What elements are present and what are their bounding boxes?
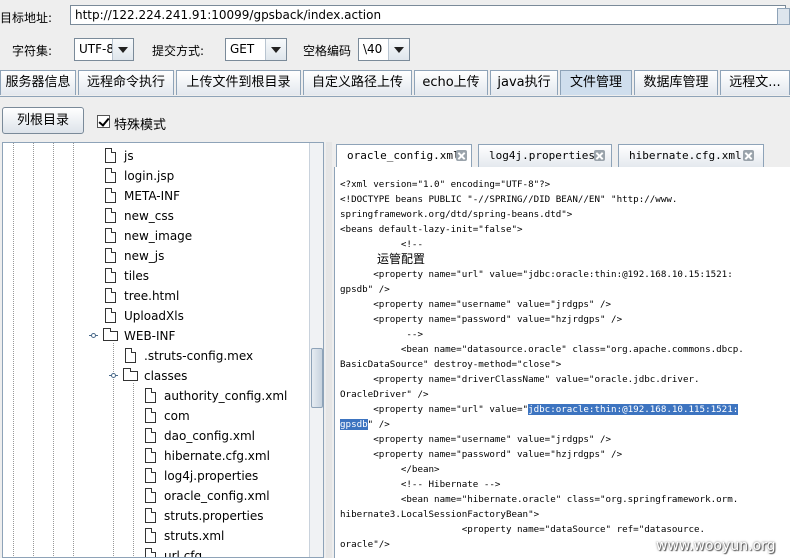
list-root-button[interactable]: 列根目录 bbox=[2, 107, 84, 134]
code-line: <!-- Hibernate --> bbox=[340, 479, 501, 490]
file-icon bbox=[145, 528, 156, 543]
code-line: <bean name="hibernate.oracle" class="org… bbox=[340, 494, 739, 505]
code-line: </bean> bbox=[340, 464, 440, 475]
code-line: <!-- bbox=[340, 239, 423, 250]
file-icon bbox=[105, 268, 116, 283]
code-line: gpsdb" /> bbox=[340, 284, 390, 295]
split-pane-divider[interactable] bbox=[326, 142, 332, 558]
tab-remote-file[interactable]: 远程文... bbox=[720, 70, 790, 95]
editor-tab-log4j[interactable]: log4j.properties bbox=[478, 144, 612, 167]
chevron-down-icon[interactable] bbox=[265, 39, 286, 60]
file-icon bbox=[105, 188, 116, 203]
tab-database-manager[interactable]: 数据库管理 bbox=[634, 70, 718, 95]
close-icon[interactable] bbox=[594, 150, 605, 161]
tab-upload-root[interactable]: 上传文件到根目录 bbox=[176, 70, 301, 95]
code-line: <!DOCTYPE beans PUBLIC "-//SPRING//DID B… bbox=[340, 194, 678, 205]
tree-toggle-icon[interactable] bbox=[89, 331, 98, 340]
file-icon bbox=[105, 228, 116, 243]
charset-select[interactable]: UTF-8 bbox=[74, 38, 134, 61]
watermark: www.wooyun.org bbox=[656, 538, 776, 554]
file-editor[interactable]: <?xml version="1.0" encoding="UTF-8"?> <… bbox=[334, 167, 790, 558]
code-line: <property name="url" value="jdbc:oracle:… bbox=[340, 269, 733, 280]
close-icon[interactable] bbox=[456, 150, 467, 161]
code-line: <?xml version="1.0" encoding="UTF-8"?> bbox=[340, 179, 551, 190]
file-icon bbox=[145, 548, 156, 557]
tree-guide-line bbox=[33, 143, 34, 557]
tree-guide-line bbox=[13, 143, 14, 557]
code-line: <property name="password" value="hzjrdgp… bbox=[340, 449, 623, 460]
scrollbar-thumb[interactable] bbox=[311, 348, 323, 408]
tab-echo-upload[interactable]: echo上传 bbox=[414, 70, 488, 95]
code-line: <bean name="datasource.oracle" class="or… bbox=[340, 344, 744, 355]
folder-open-icon bbox=[103, 328, 118, 341]
file-icon bbox=[145, 488, 156, 503]
space-encoding-value: \40 bbox=[363, 42, 383, 56]
file-icon bbox=[145, 448, 156, 463]
selected-text: gpsdb bbox=[340, 419, 368, 430]
charset-label: 字符集: bbox=[12, 44, 53, 58]
url-input[interactable]: http://122.224.241.91:10099/gpsback/inde… bbox=[70, 5, 786, 25]
file-icon bbox=[145, 508, 156, 523]
code-line: <property name="username" value="jrdgps"… bbox=[340, 299, 612, 310]
code-line: --> bbox=[340, 329, 423, 340]
editor-tab-oracle-config[interactable]: oracle_config.xml bbox=[336, 144, 472, 167]
file-icon bbox=[145, 388, 156, 403]
editor-tab-hibernate[interactable]: hibernate.cfg.xml bbox=[618, 144, 764, 167]
file-icon bbox=[105, 208, 116, 223]
tree-guide-line bbox=[133, 383, 134, 557]
code-line: springframework.org/dtd/spring-beans.dtd… bbox=[340, 209, 573, 220]
file-icon bbox=[145, 408, 156, 423]
editor-tab-bar: oracle_config.xml log4j.properties hiber… bbox=[334, 142, 790, 168]
tree-toggle-icon[interactable] bbox=[109, 371, 118, 380]
file-icon bbox=[125, 348, 136, 363]
file-icon bbox=[105, 308, 116, 323]
tab-file-manager[interactable]: 文件管理 bbox=[560, 70, 632, 95]
file-icon bbox=[105, 148, 116, 163]
code-line: <property name="password" value="hzjrdgp… bbox=[340, 314, 623, 325]
file-icon bbox=[145, 468, 156, 483]
main-tab-bar: 服务器信息 远程命令执行 上传文件到根目录 自定义路径上传 echo上传 jav… bbox=[0, 70, 790, 97]
close-icon[interactable] bbox=[743, 150, 754, 161]
chevron-down-icon[interactable] bbox=[112, 39, 133, 60]
code-line: oracle"/> bbox=[340, 539, 390, 550]
code-line: OracleDriver" /> bbox=[340, 389, 429, 400]
tab-remote-command[interactable]: 远程命令执行 bbox=[78, 70, 174, 95]
file-icon bbox=[105, 288, 116, 303]
folder-open-icon bbox=[123, 368, 138, 381]
method-value: GET bbox=[230, 42, 255, 56]
space-encoding-select[interactable]: \40 bbox=[358, 38, 410, 61]
code-line: gpsdb" /> bbox=[340, 419, 390, 430]
method-select[interactable]: GET bbox=[225, 38, 287, 61]
chevron-down-icon[interactable] bbox=[388, 39, 409, 60]
code-line: 运管配置 bbox=[377, 252, 426, 266]
url-label: 目标地址: bbox=[0, 11, 53, 25]
tab-server-info[interactable]: 服务器信息 bbox=[0, 70, 76, 95]
special-mode-label: 特殊模式 bbox=[114, 118, 167, 133]
code-line: BasicDataSource" destroy-method="close"> bbox=[340, 359, 562, 370]
code-line: hibernate3.LocalSessionFactoryBean"> bbox=[340, 509, 540, 520]
url-bar: 目标地址: http://122.224.241.91:10099/gpsbac… bbox=[0, 0, 790, 32]
file-icon bbox=[105, 248, 116, 263]
code-line: <property name="dataSource" ref="datasou… bbox=[340, 524, 706, 535]
tab-overflow-button[interactable] bbox=[777, 8, 790, 25]
file-icon bbox=[145, 428, 156, 443]
tree-guide-line bbox=[73, 143, 74, 557]
tab-java-exec[interactable]: java执行 bbox=[490, 70, 558, 95]
code-line: <property name="username" value="jrdgps"… bbox=[340, 434, 612, 445]
tree-scrollbar[interactable] bbox=[309, 143, 323, 557]
file-tree[interactable]: js login.jsp META-INF new_css new_image … bbox=[2, 142, 324, 558]
file-icon bbox=[105, 168, 116, 183]
space-encoding-label: 空格编码 bbox=[303, 44, 352, 58]
charset-value: UTF-8 bbox=[79, 42, 114, 56]
code-line: <property name="driverClassName" value="… bbox=[340, 374, 700, 385]
code-line: <beans default-lazy-init="false"> bbox=[340, 224, 523, 235]
special-mode-checkbox[interactable] bbox=[97, 115, 110, 128]
tab-custom-upload[interactable]: 自定义路径上传 bbox=[303, 70, 412, 95]
method-label: 提交方式: bbox=[152, 44, 205, 58]
selected-text: jdbc:oracle:thin:@192.168.10.115:1521: bbox=[528, 404, 739, 415]
tree-guide-line bbox=[53, 143, 54, 557]
code-line: <property name="url" value="jdbc:oracle:… bbox=[340, 404, 739, 415]
